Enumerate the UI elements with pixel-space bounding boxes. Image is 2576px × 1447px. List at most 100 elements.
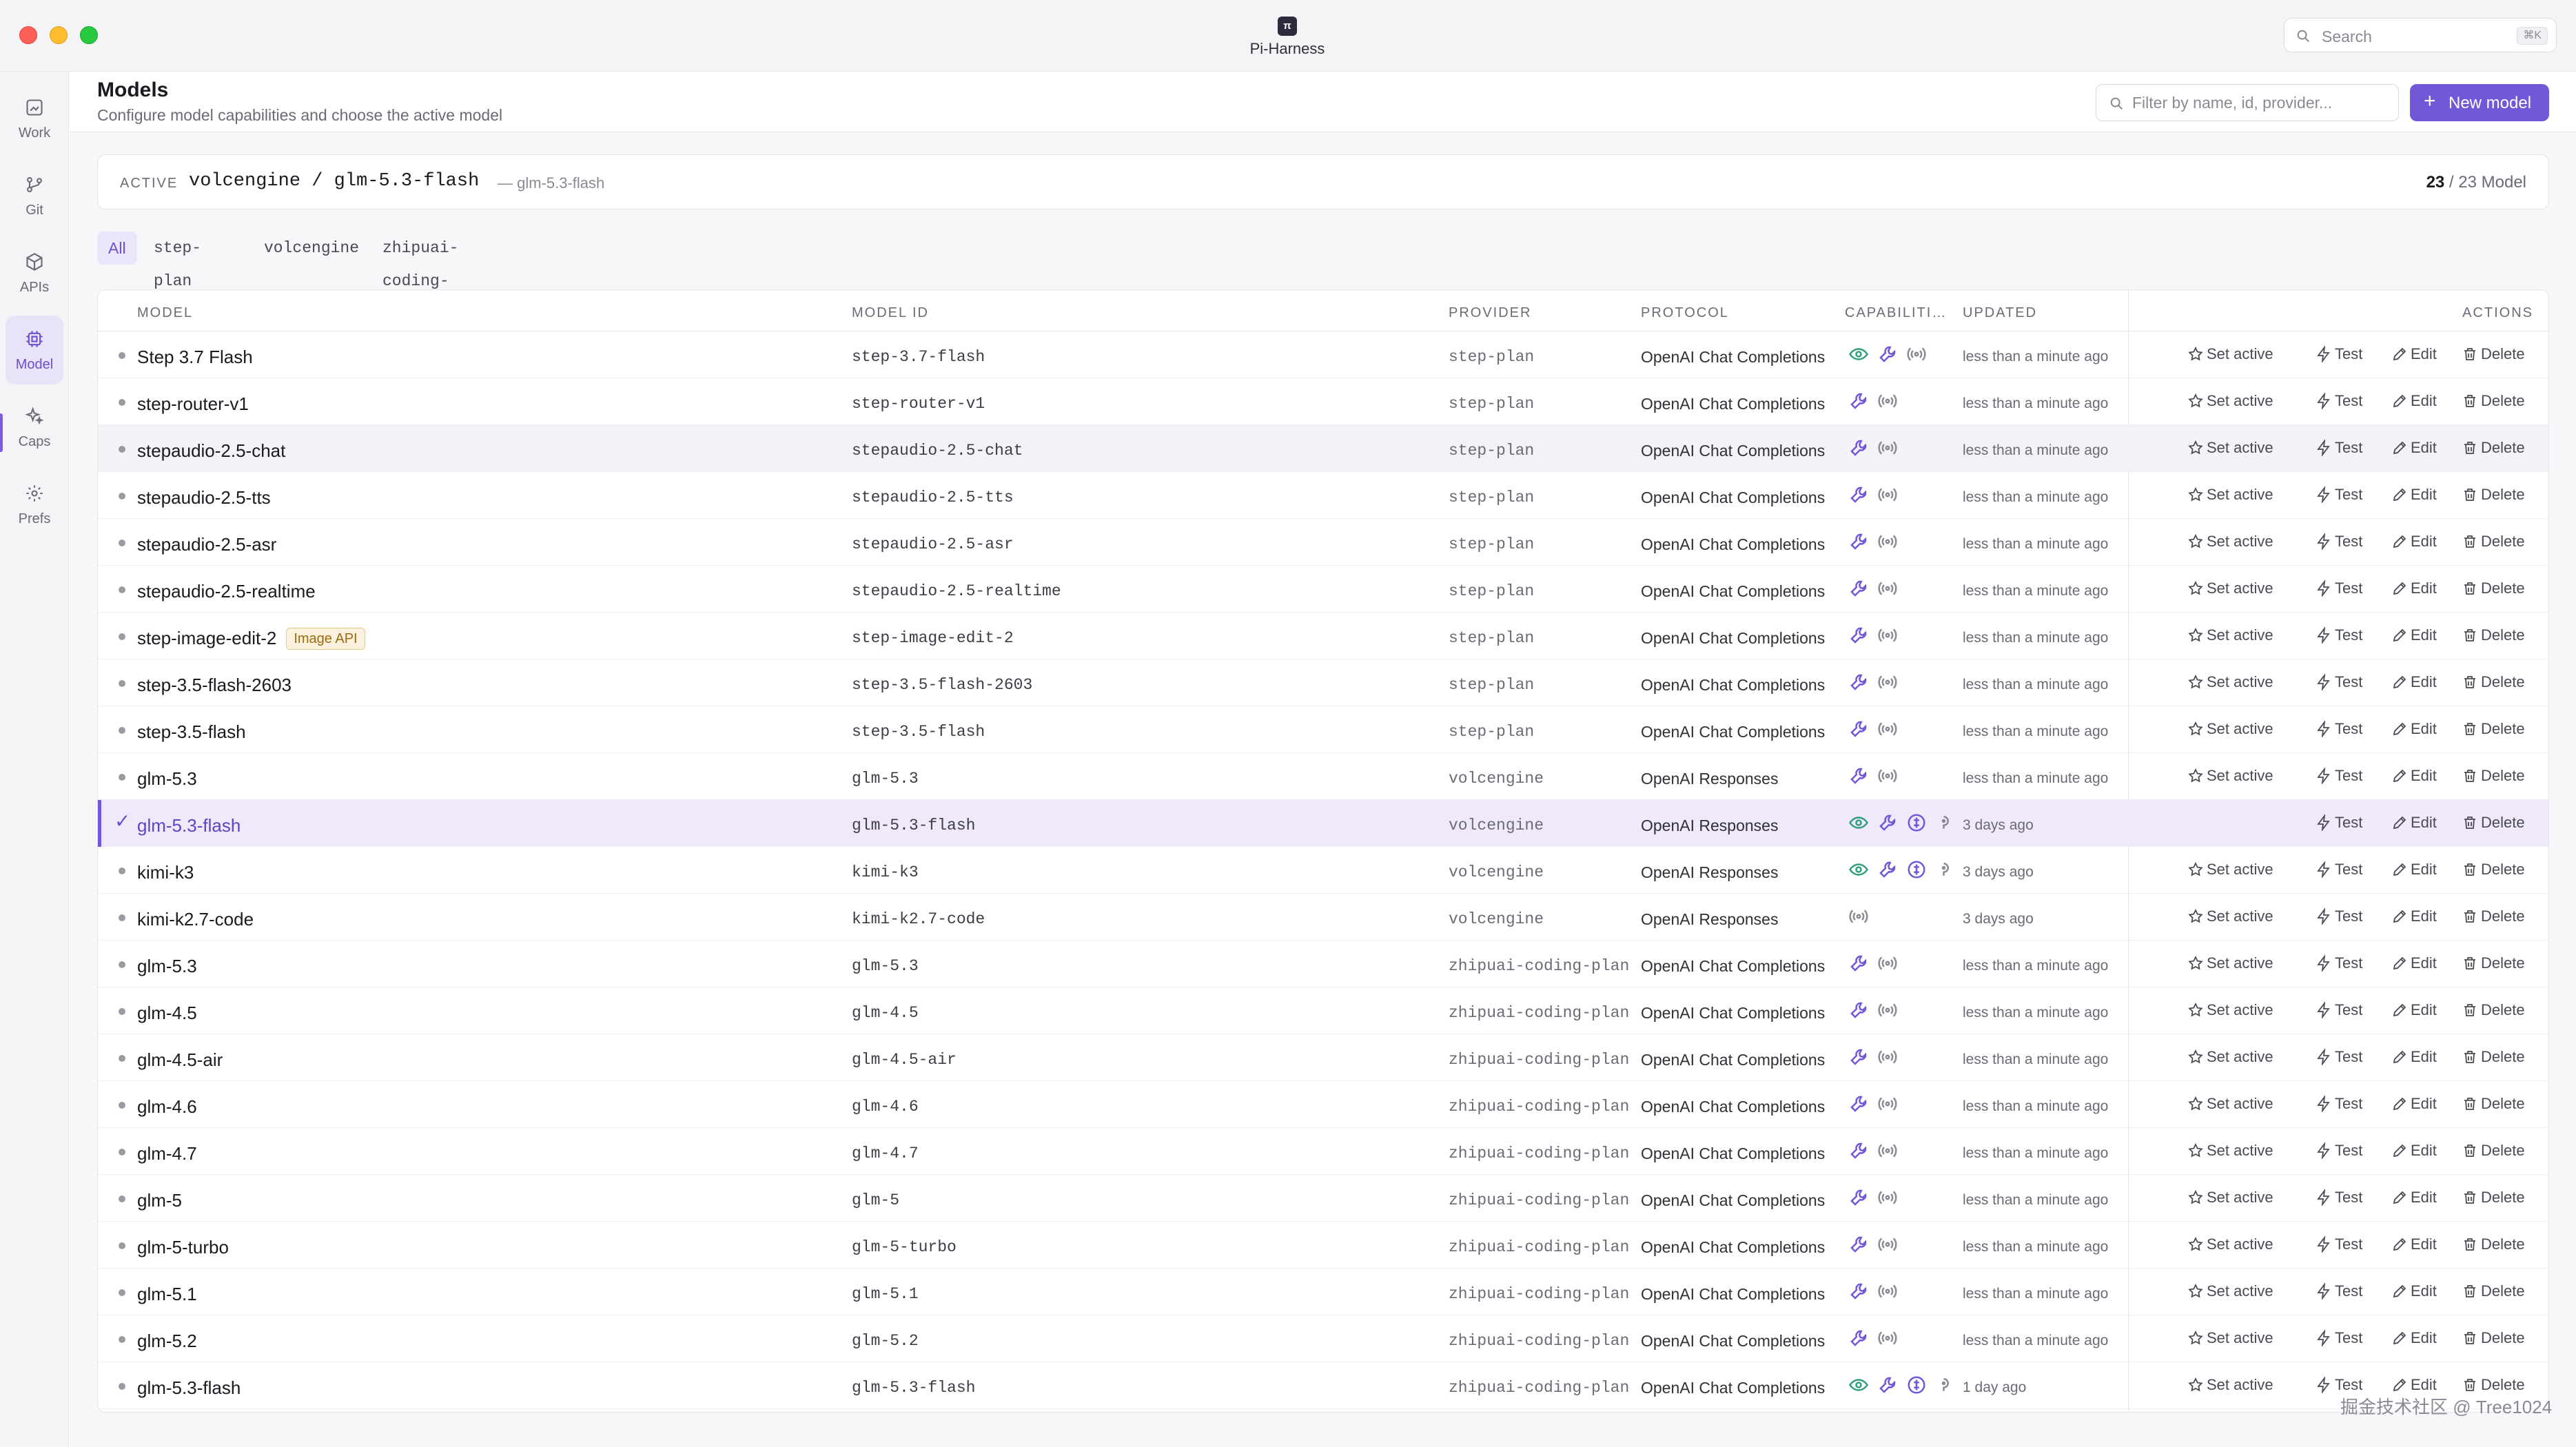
column-header-provider[interactable]: PROVIDER — [1449, 305, 1531, 321]
set-active-button[interactable]: Set active — [2187, 1189, 2273, 1209]
test-button[interactable]: Test — [2316, 719, 2362, 741]
edit-button[interactable]: Edit — [2391, 533, 2437, 553]
test-button[interactable]: Test — [2316, 673, 2362, 694]
test-button[interactable]: Test — [2316, 813, 2362, 834]
edit-button[interactable]: Edit — [2391, 814, 2437, 834]
delete-button[interactable]: Delete — [2462, 486, 2525, 506]
set-active-button[interactable]: Set active — [2187, 1282, 2273, 1303]
delete-button[interactable]: Delete — [2462, 392, 2525, 413]
set-active-button[interactable]: Set active — [2187, 1142, 2273, 1162]
column-header-protocol[interactable]: PROTOCOL — [1641, 305, 1729, 321]
delete-button[interactable]: Delete — [2462, 720, 2525, 741]
set-active-button[interactable]: Set active — [2187, 673, 2273, 694]
delete-button[interactable]: Delete — [2462, 439, 2525, 460]
delete-button[interactable]: Delete — [2462, 626, 2525, 647]
table-row[interactable]: glm-5.1 glm-5.1 zhipuai-coding-plan OpenAI … — [98, 1269, 2548, 1315]
edit-button[interactable]: Edit — [2391, 1142, 2437, 1162]
edit-button[interactable]: Edit — [2391, 392, 2437, 413]
global-search-box[interactable]: Search ⌘K — [2284, 18, 2557, 52]
edit-button[interactable]: Edit — [2391, 439, 2437, 460]
delete-button[interactable]: Delete — [2462, 1001, 2525, 1022]
set-active-button[interactable]: Set active — [2187, 1235, 2273, 1256]
edit-button[interactable]: Edit — [2391, 954, 2437, 975]
set-active-button[interactable]: Set active — [2187, 392, 2273, 413]
set-active-button[interactable]: Set active — [2187, 533, 2273, 553]
table-row[interactable]: Step 3.7 Flash step-3.7-flash step-plan Ope… — [98, 331, 2548, 378]
test-button[interactable]: Test — [2316, 345, 2362, 366]
table-row[interactable]: glm-4.5-air glm-4.5-air zhipuai-coding-pla… — [98, 1034, 2548, 1081]
chip-zhipuai-coding-plan[interactable]: zhipuai-coding-plan — [371, 232, 469, 323]
set-active-button[interactable]: Set active — [2187, 1376, 2273, 1397]
window-maximize-button[interactable] — [80, 26, 98, 44]
sidebar-item-model[interactable]: Model — [6, 316, 63, 384]
sidebar-item-git[interactable]: Git — [6, 161, 63, 230]
table-row[interactable]: step-router-v1 step-router-v1 step-plan Ope… — [98, 378, 2548, 425]
column-header-model-id[interactable]: MODEL ID — [852, 305, 929, 321]
set-active-button[interactable]: Set active — [2187, 345, 2273, 366]
test-button[interactable]: Test — [2316, 1047, 2362, 1069]
test-button[interactable]: Test — [2316, 391, 2362, 413]
test-button[interactable]: Test — [2316, 954, 2362, 975]
edit-button[interactable]: Edit — [2391, 1189, 2437, 1209]
column-header-capabilities[interactable]: CAPABILITI… — [1845, 305, 1947, 321]
test-button[interactable]: Test — [2316, 1000, 2362, 1022]
set-active-button[interactable]: Set active — [2187, 861, 2273, 881]
edit-button[interactable]: Edit — [2391, 861, 2437, 881]
table-row-active[interactable]: ✓ glm-5.3-flash glm-5.3-flash volcengine Ope… — [98, 800, 2548, 847]
test-button[interactable]: Test — [2316, 626, 2362, 647]
table-row[interactable]: glm-4.6 glm-4.6 zhipuai-coding-plan OpenAI … — [98, 1081, 2548, 1128]
delete-button[interactable]: Delete — [2462, 1048, 2525, 1069]
table-row[interactable]: step-3.5-flash step-3.5-flash step-plan Ope… — [98, 706, 2548, 753]
set-active-button[interactable]: Set active — [2187, 1048, 2273, 1069]
column-header-updated[interactable]: UPDATED — [1963, 305, 2037, 321]
edit-button[interactable]: Edit — [2391, 767, 2437, 788]
delete-button[interactable]: Delete — [2462, 1189, 2525, 1209]
edit-button[interactable]: Edit — [2391, 720, 2437, 741]
edit-button[interactable]: Edit — [2391, 1329, 2437, 1350]
delete-button[interactable]: Delete — [2462, 533, 2525, 553]
test-button[interactable]: Test — [2316, 1188, 2362, 1209]
table-row[interactable]: stepaudio-2.5-chat stepaudio-2.5-chat step… — [98, 425, 2548, 472]
test-button[interactable]: Test — [2316, 579, 2362, 600]
delete-button[interactable]: Delete — [2462, 579, 2525, 600]
delete-button[interactable]: Delete — [2462, 1142, 2525, 1162]
delete-button[interactable]: Delete — [2462, 767, 2525, 788]
table-row[interactable]: glm-5-turbo glm-5-turbo zhipuai-coding-pla… — [98, 1222, 2548, 1269]
set-active-button[interactable]: Set active — [2187, 579, 2273, 600]
test-button[interactable]: Test — [2316, 1235, 2362, 1256]
delete-button[interactable]: Delete — [2462, 1235, 2525, 1256]
table-row[interactable]: glm-5.3 glm-5.3 volcengine OpenAI Responses… — [98, 753, 2548, 800]
new-model-button[interactable]: + New model — [2410, 84, 2549, 121]
edit-button[interactable]: Edit — [2391, 345, 2437, 366]
test-button[interactable]: Test — [2316, 1094, 2362, 1116]
test-button[interactable]: Test — [2316, 438, 2362, 460]
delete-button[interactable]: Delete — [2462, 345, 2525, 366]
test-button[interactable]: Test — [2316, 1328, 2362, 1350]
table-row[interactable]: kimi-k2.7-code kimi-k2.7-code volcengine Op… — [98, 894, 2548, 941]
set-active-button[interactable]: Set active — [2187, 439, 2273, 460]
table-row[interactable]: glm-4.5 glm-4.5 zhipuai-coding-plan OpenAI … — [98, 987, 2548, 1034]
edit-button[interactable]: Edit — [2391, 579, 2437, 600]
set-active-button[interactable]: Set active — [2187, 767, 2273, 788]
delete-button[interactable]: Delete — [2462, 673, 2525, 694]
test-button[interactable]: Test — [2316, 860, 2362, 881]
table-row[interactable]: glm-5 glm-5 zhipuai-coding-plan OpenAI Chat… — [98, 1175, 2548, 1222]
test-button[interactable]: Test — [2316, 766, 2362, 788]
table-row[interactable]: kimi-k3 kimi-k3 volcengine OpenAI Responses… — [98, 847, 2548, 894]
test-button[interactable]: Test — [2316, 907, 2362, 928]
set-active-button[interactable]: Set active — [2187, 954, 2273, 975]
table-row[interactable]: stepaudio-2.5-tts stepaudio-2.5-tts step-p… — [98, 472, 2548, 519]
delete-button[interactable]: Delete — [2462, 1329, 2525, 1350]
delete-button[interactable]: Delete — [2462, 1282, 2525, 1303]
delete-button[interactable]: Delete — [2462, 954, 2525, 975]
set-active-button[interactable]: Set active — [2187, 1001, 2273, 1022]
delete-button[interactable]: Delete — [2462, 861, 2525, 881]
table-row[interactable]: step-3.5-flash-2603 step-3.5-flash-2603 st… — [98, 659, 2548, 706]
test-button[interactable]: Test — [2316, 1282, 2362, 1303]
table-row[interactable]: step-image-edit-2 Image API step-image-edi… — [98, 613, 2548, 659]
chip-all[interactable]: All — [97, 232, 137, 265]
edit-button[interactable]: Edit — [2391, 626, 2437, 647]
set-active-button[interactable]: Set active — [2187, 1329, 2273, 1350]
table-row[interactable]: glm-5.3-flash glm-5.3-flash zhipuai-coding… — [98, 1362, 2548, 1409]
delete-button[interactable]: Delete — [2462, 907, 2525, 928]
